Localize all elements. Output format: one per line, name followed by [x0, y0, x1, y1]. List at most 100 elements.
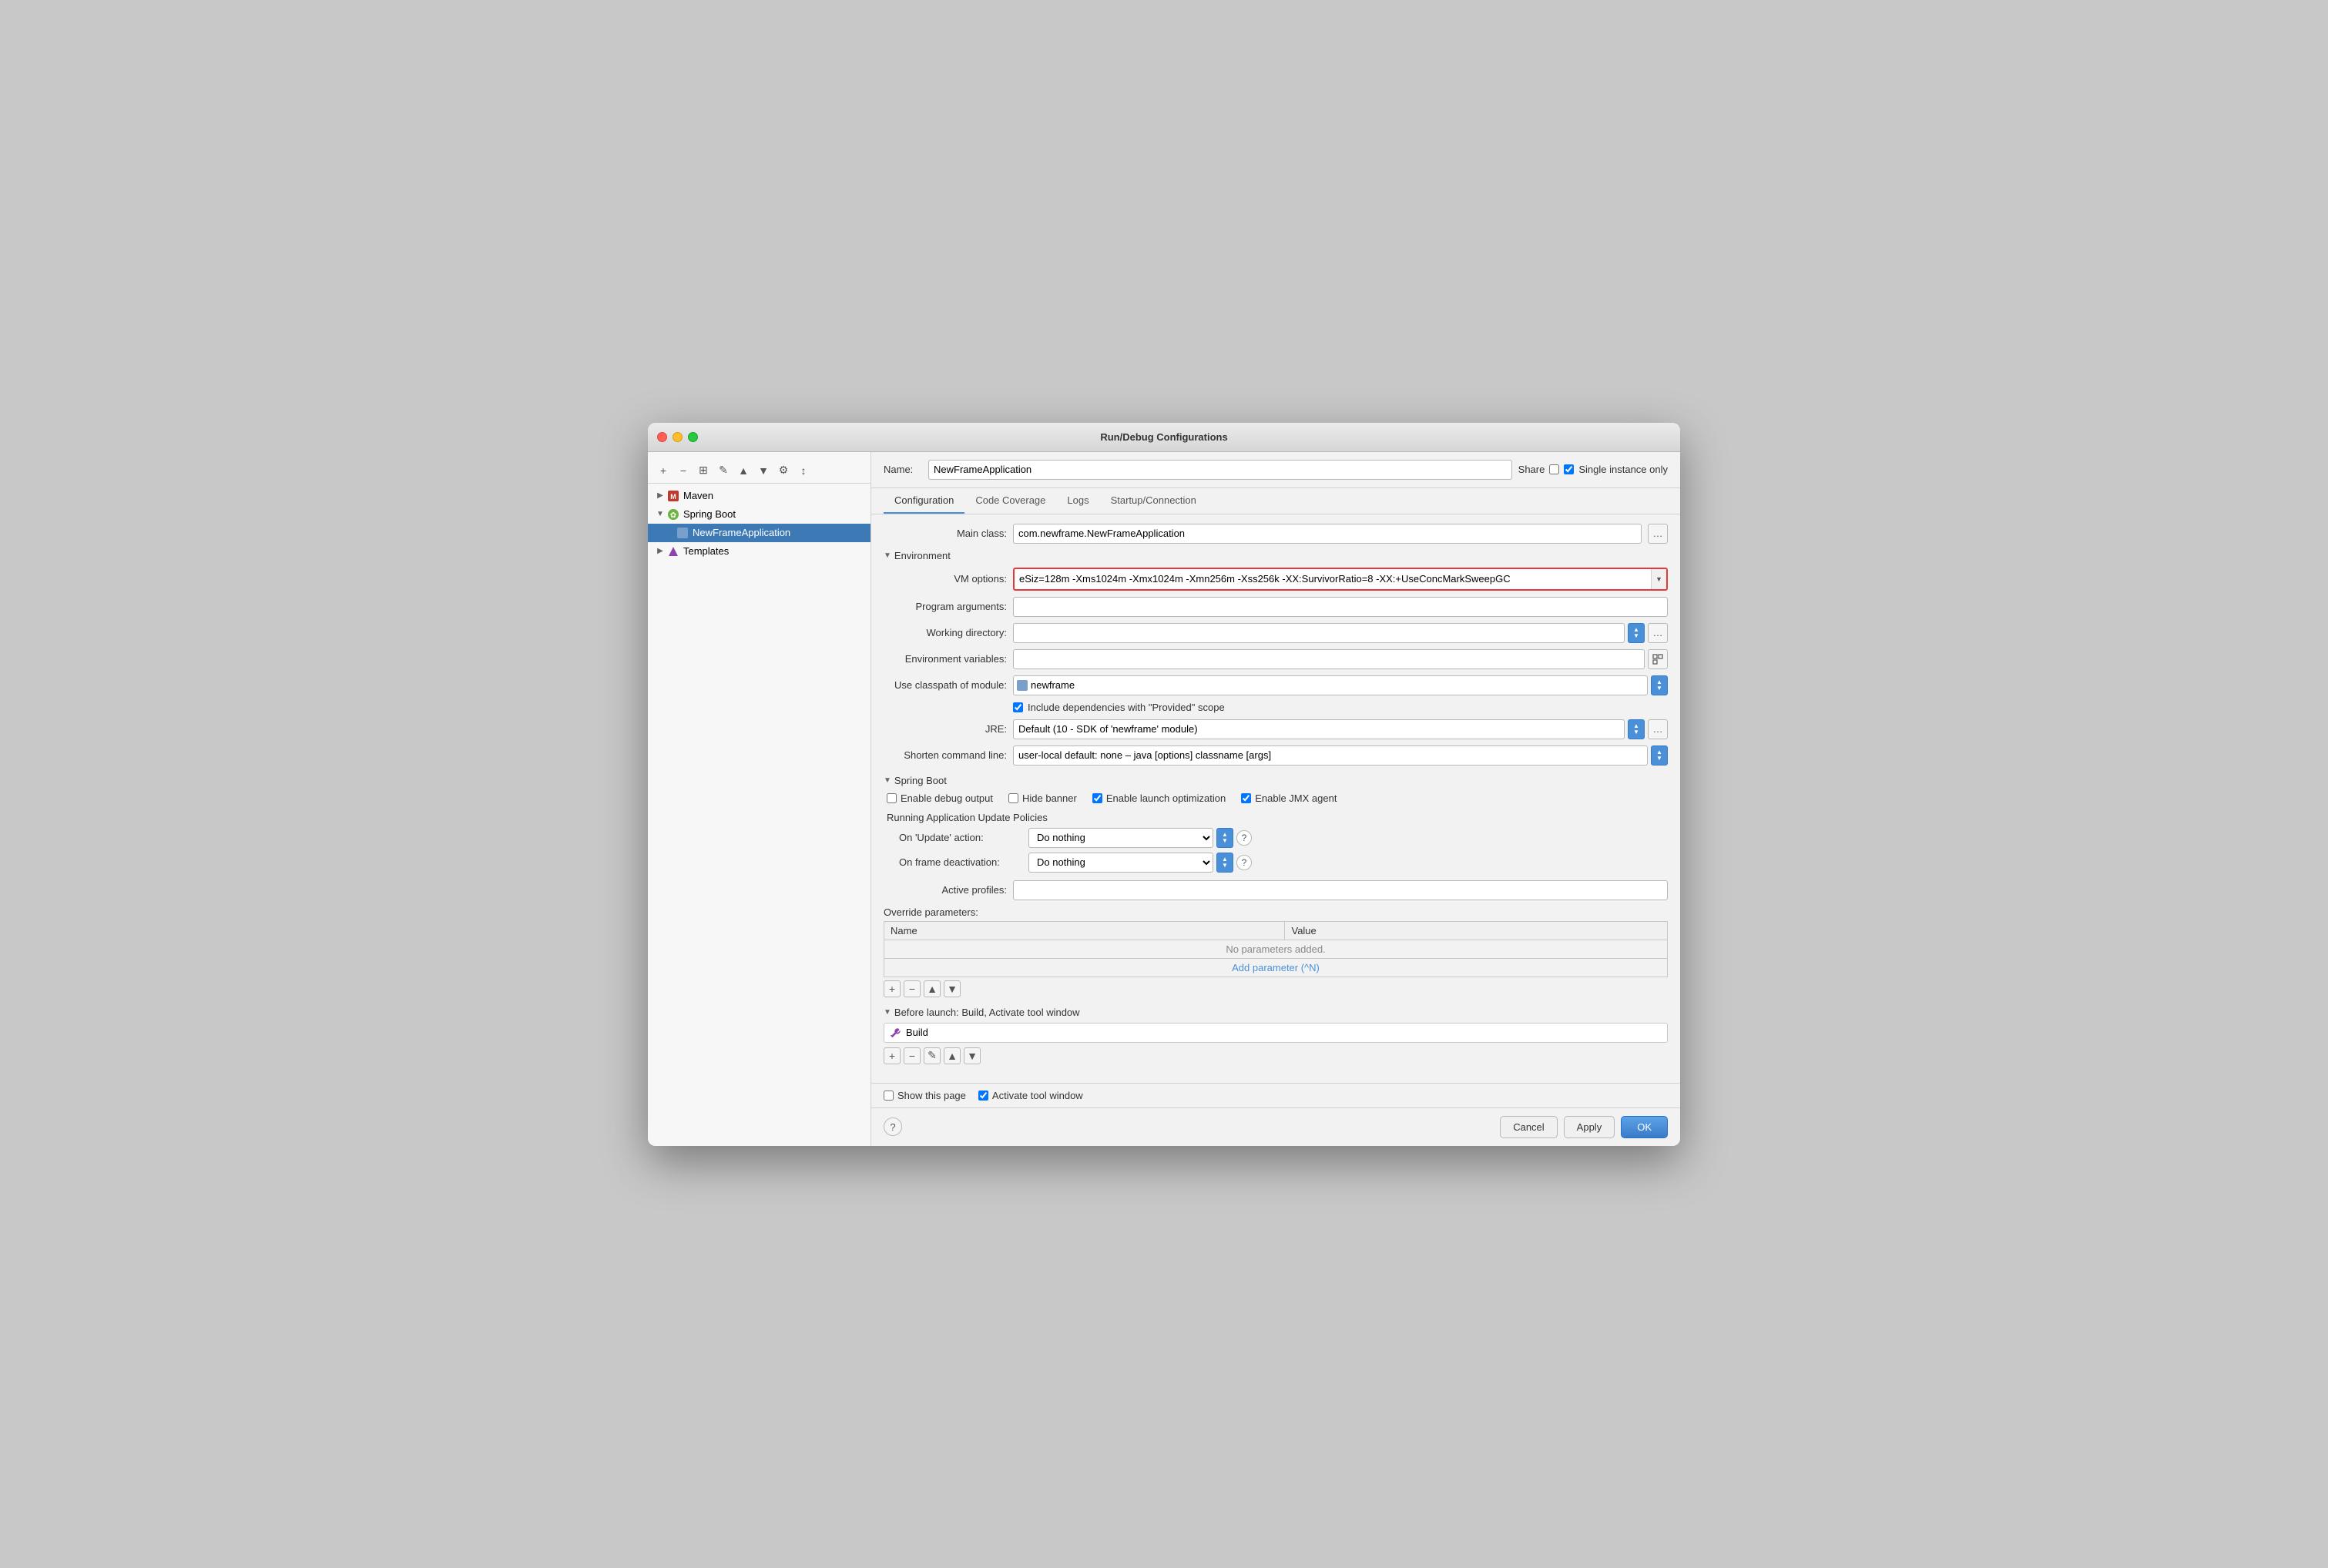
- environment-section-header: ▼ Environment: [884, 550, 1668, 561]
- activate-tool-checkbox[interactable]: [978, 1091, 988, 1101]
- enable-launch-item: Enable launch optimization: [1092, 792, 1226, 804]
- main-class-input[interactable]: [1013, 524, 1642, 544]
- params-down-button[interactable]: ▼: [944, 980, 961, 997]
- env-vars-input[interactable]: [1013, 649, 1645, 669]
- activate-tool-label: Activate tool window: [992, 1090, 1083, 1101]
- working-dir-input[interactable]: [1013, 623, 1625, 643]
- program-args-input[interactable]: [1013, 597, 1668, 617]
- show-page-item: Show this page: [884, 1090, 966, 1101]
- remove-config-button[interactable]: −: [674, 461, 693, 480]
- sidebar-item-newframe[interactable]: NewFrameApplication: [648, 524, 870, 542]
- vm-options-input[interactable]: [1015, 569, 1651, 589]
- help-button[interactable]: ?: [884, 1117, 902, 1136]
- cancel-button[interactable]: Cancel: [1500, 1116, 1557, 1138]
- templates-icon: [666, 544, 680, 558]
- include-deps-row: Include dependencies with "Provided" sco…: [1013, 702, 1668, 713]
- enable-debug-checkbox[interactable]: [887, 793, 897, 803]
- enable-jmx-checkbox[interactable]: [1241, 793, 1251, 803]
- springboot-section-label: Spring Boot: [894, 775, 947, 786]
- sort-button[interactable]: ⚙: [774, 461, 793, 480]
- working-dir-label: Working directory:: [884, 627, 1007, 638]
- sidebar-toolbar: + − ⊞ ✎ ▲ ▼ ⚙ ↕: [648, 458, 870, 484]
- name-input[interactable]: [928, 460, 1512, 480]
- move-down-button[interactable]: ▼: [754, 461, 773, 480]
- titlebar: Run/Debug Configurations: [648, 423, 1680, 452]
- params-remove-button[interactable]: −: [904, 980, 921, 997]
- enable-jmx-label: Enable JMX agent: [1255, 792, 1337, 804]
- before-launch-down-button[interactable]: ▼: [964, 1047, 981, 1064]
- window-title: Run/Debug Configurations: [1100, 431, 1227, 443]
- share-checkbox[interactable]: [1549, 464, 1559, 474]
- tab-startup-connection[interactable]: Startup/Connection: [1100, 488, 1207, 514]
- add-config-button[interactable]: +: [654, 461, 673, 480]
- enable-debug-label: Enable debug output: [901, 792, 993, 804]
- show-page-label: Show this page: [897, 1090, 966, 1101]
- before-launch-header: ▼ Before launch: Build, Activate tool wi…: [884, 1007, 1668, 1018]
- move-up-button[interactable]: ▲: [734, 461, 753, 480]
- module-arrows[interactable]: ▲ ▼: [1651, 675, 1668, 695]
- on-update-select[interactable]: Do nothing: [1028, 828, 1213, 848]
- working-dir-browse-button[interactable]: …: [1648, 623, 1668, 643]
- on-frame-arrows[interactable]: ▲ ▼: [1216, 853, 1233, 873]
- on-update-help-icon[interactable]: ?: [1236, 830, 1252, 846]
- module-label: Use classpath of module:: [884, 679, 1007, 691]
- on-frame-select[interactable]: Do nothing: [1028, 853, 1213, 873]
- on-frame-help-icon[interactable]: ?: [1236, 855, 1252, 870]
- before-launch-add-button[interactable]: +: [884, 1047, 901, 1064]
- single-instance-checkbox[interactable]: [1564, 464, 1574, 474]
- maven-arrow-icon: ▶: [654, 490, 666, 502]
- main-class-label: Main class:: [884, 528, 1007, 539]
- jre-input[interactable]: [1013, 719, 1625, 739]
- main-class-browse-button[interactable]: …: [1648, 524, 1668, 544]
- before-launch-up-button[interactable]: ▲: [944, 1047, 961, 1064]
- params-add-button[interactable]: +: [884, 980, 901, 997]
- apply-button[interactable]: Apply: [1564, 1116, 1615, 1138]
- sidebar-item-springboot[interactable]: ▼ ✿ Spring Boot: [648, 505, 870, 524]
- app-icon: [676, 526, 689, 540]
- environment-arrow-icon[interactable]: ▼: [884, 551, 891, 560]
- maximize-button[interactable]: [688, 432, 698, 442]
- active-profiles-input[interactable]: [1013, 880, 1668, 900]
- env-vars-label: Environment variables:: [884, 653, 1007, 665]
- env-vars-browse-button[interactable]: [1648, 649, 1668, 669]
- copy-config-button[interactable]: ⊞: [694, 461, 713, 480]
- tab-code-coverage[interactable]: Code Coverage: [964, 488, 1056, 514]
- before-launch-arrow-icon[interactable]: ▼: [884, 1008, 891, 1017]
- vm-options-expand-button[interactable]: ▼: [1651, 569, 1666, 589]
- on-update-arrows[interactable]: ▲ ▼: [1216, 828, 1233, 848]
- minimize-button[interactable]: [673, 432, 683, 442]
- include-deps-checkbox[interactable]: [1013, 702, 1023, 712]
- tab-configuration[interactable]: Configuration: [884, 488, 964, 514]
- ok-button[interactable]: OK: [1621, 1116, 1668, 1138]
- activate-tool-item: Activate tool window: [978, 1090, 1083, 1101]
- before-launch-remove-button[interactable]: −: [904, 1047, 921, 1064]
- table-add-link[interactable]: Add parameter (^N): [884, 958, 1668, 977]
- module-select[interactable]: newframe: [1013, 675, 1648, 695]
- working-dir-arrows[interactable]: ▲ ▼: [1628, 623, 1645, 643]
- hide-banner-checkbox[interactable]: [1008, 793, 1018, 803]
- jre-arrows[interactable]: ▲ ▼: [1628, 719, 1645, 739]
- before-launch-edit-button[interactable]: ✎: [924, 1047, 941, 1064]
- tab-logs[interactable]: Logs: [1056, 488, 1099, 514]
- main-panel: Name: Share Single instance only Configu…: [871, 452, 1680, 1146]
- maven-icon: M: [666, 489, 680, 503]
- running-policies-title: Running Application Update Policies: [887, 812, 1668, 823]
- before-launch-toolbar: + − ✎ ▲ ▼: [884, 1047, 1668, 1064]
- params-up-button[interactable]: ▲: [924, 980, 941, 997]
- springboot-arrow-icon: ▼: [654, 508, 666, 521]
- jre-browse-button[interactable]: …: [1648, 719, 1668, 739]
- springboot-section-arrow-icon[interactable]: ▼: [884, 776, 891, 785]
- sidebar-item-templates[interactable]: ▶ Templates: [648, 542, 870, 561]
- shorten-cmd-arrows[interactable]: ▲ ▼: [1651, 745, 1668, 766]
- env-vars-row: Environment variables:: [884, 649, 1668, 669]
- shorten-cmd-input[interactable]: [1013, 745, 1648, 766]
- module-icon: [1017, 680, 1028, 691]
- enable-launch-checkbox[interactable]: [1092, 793, 1102, 803]
- working-dir-wrap: ▲ ▼ …: [1013, 623, 1668, 643]
- close-button[interactable]: [657, 432, 667, 442]
- sort-alpha-button[interactable]: ↕: [794, 461, 813, 480]
- edit-config-button[interactable]: ✎: [714, 461, 733, 480]
- show-page-checkbox[interactable]: [884, 1091, 894, 1101]
- running-policies: Running Application Update Policies On '…: [884, 812, 1668, 873]
- sidebar-item-maven[interactable]: ▶ M Maven: [648, 487, 870, 505]
